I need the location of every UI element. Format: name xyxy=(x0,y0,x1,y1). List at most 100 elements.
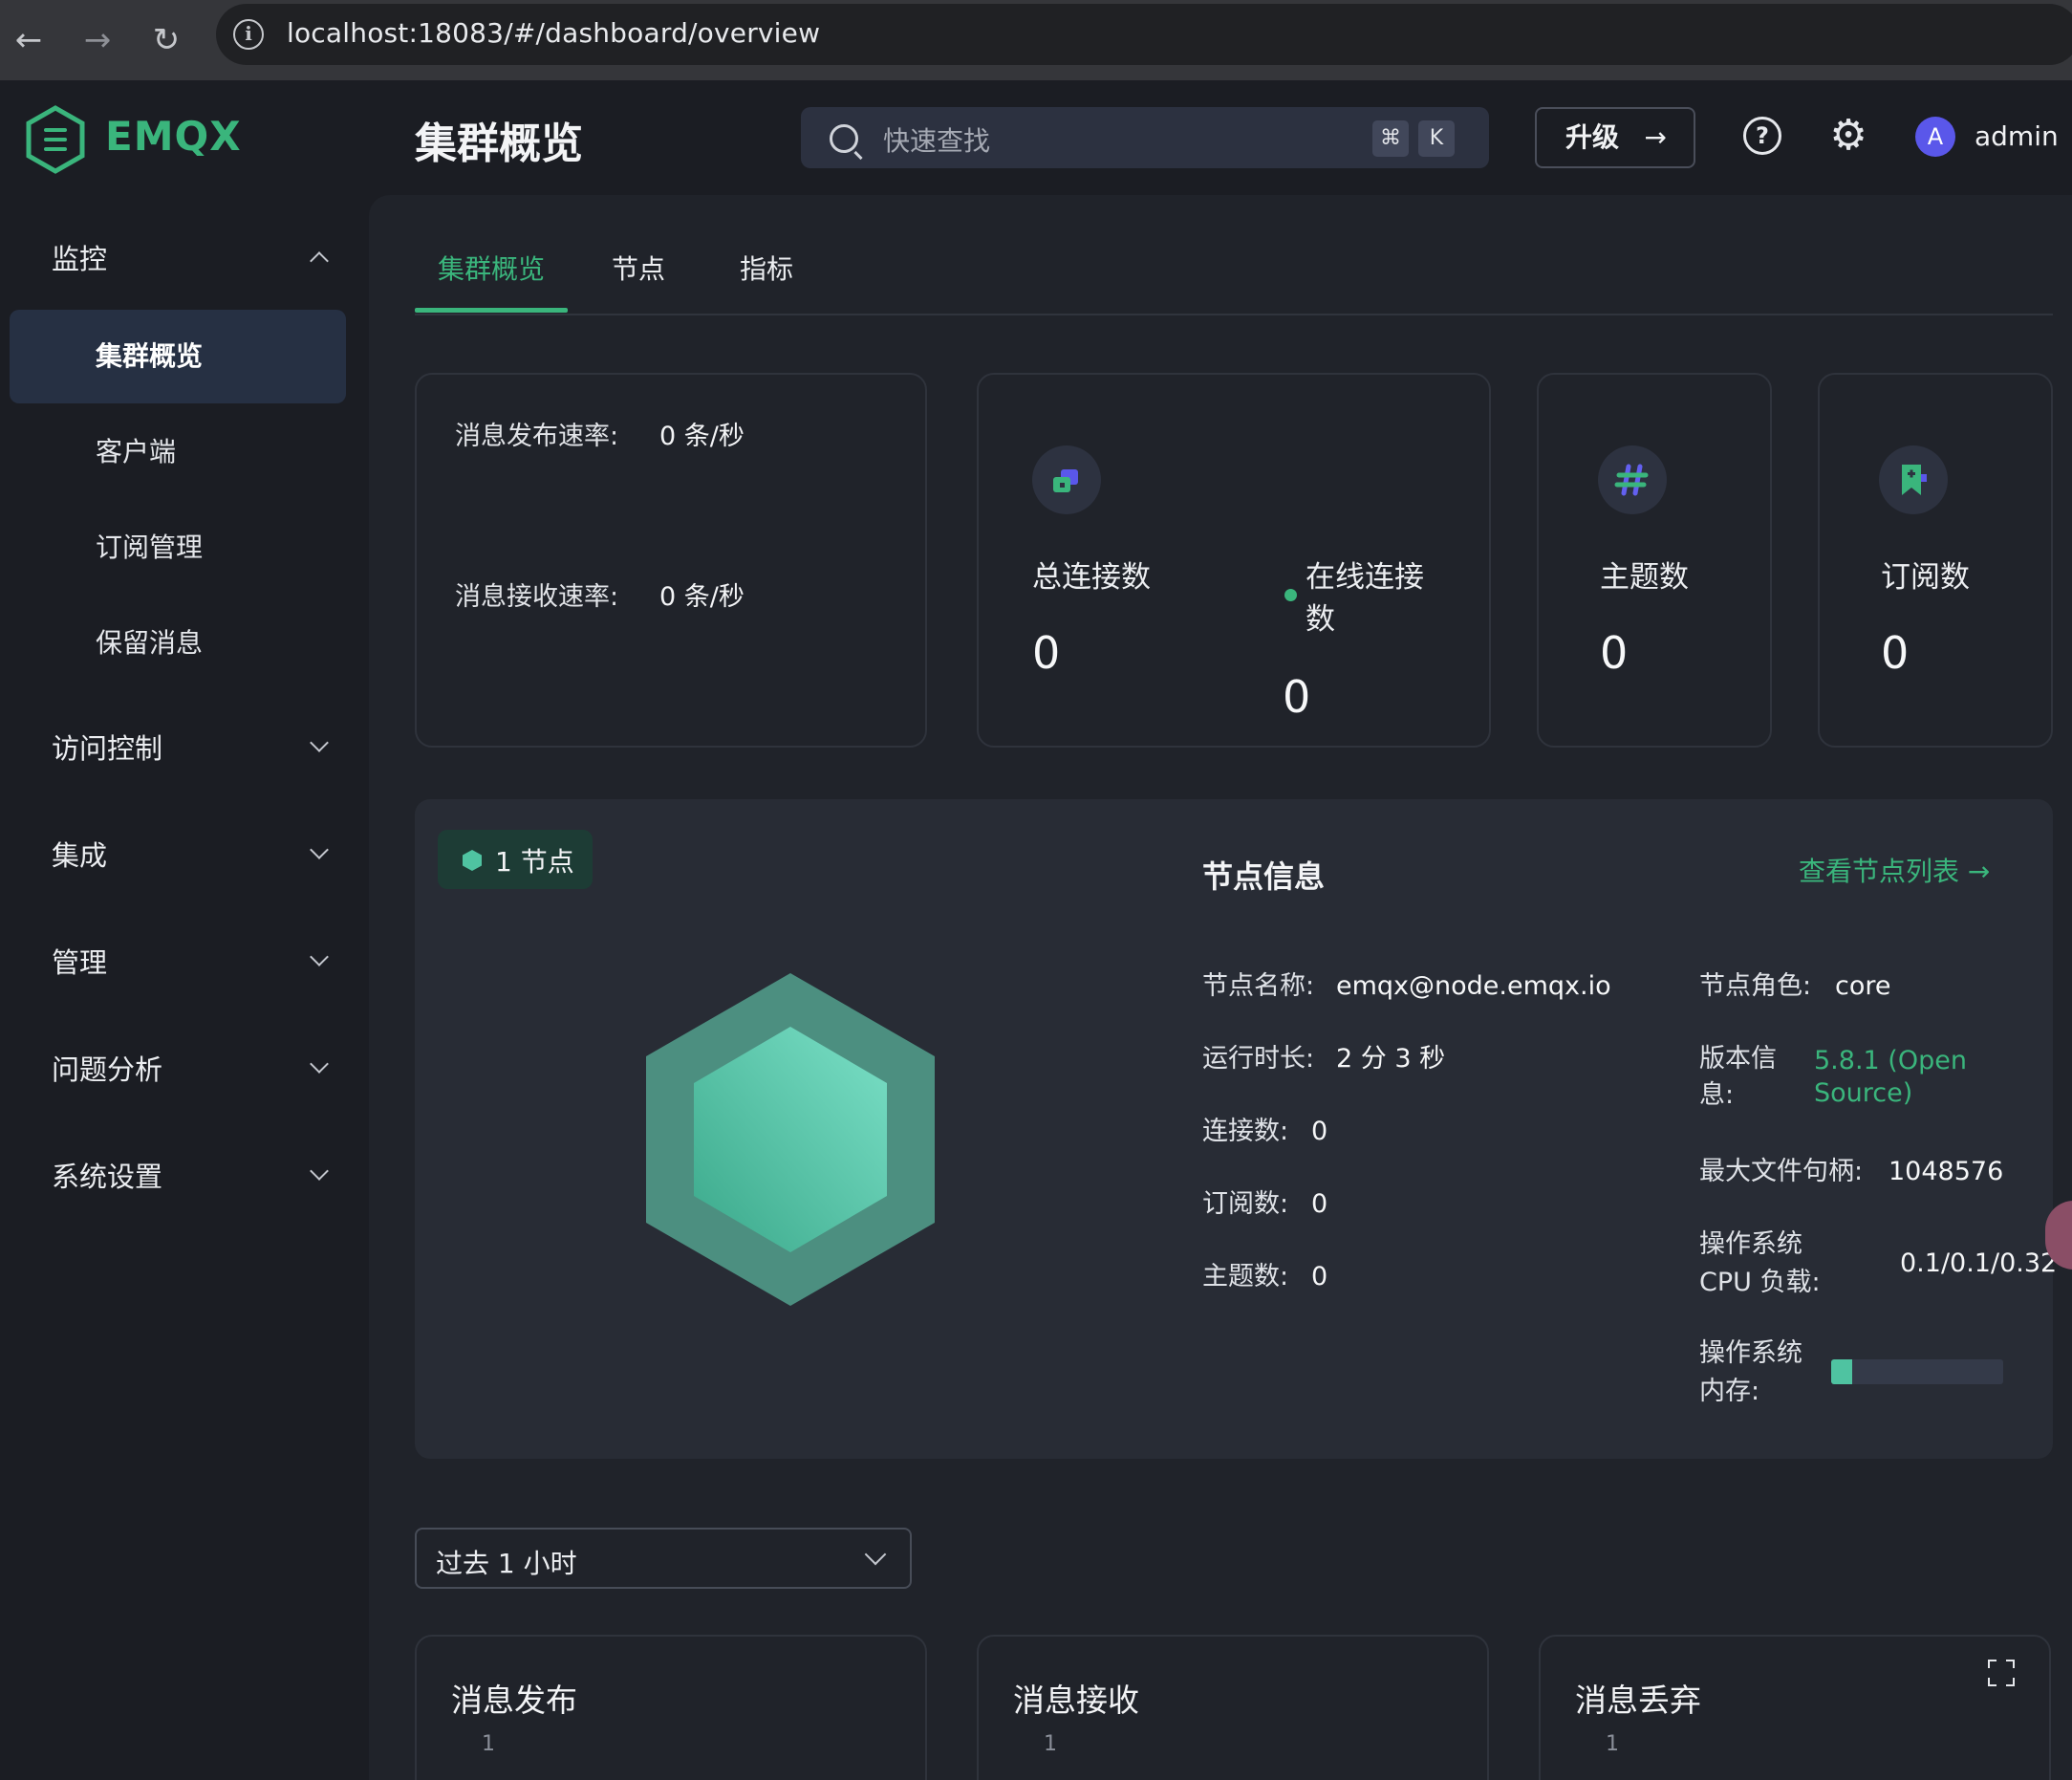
top-header: EMQX 集群概览 快速查找 ⌘ K 升级 → ? ⚙ A admin xyxy=(0,80,2072,195)
sidebar: 监控 集群概览 客户端 订阅管理 保留消息 访问控制 集成 管理 问题分析 系统… xyxy=(0,195,363,1780)
sidebar-item-cluster-overview[interactable]: 集群概览 xyxy=(10,310,346,403)
node-hexagon-graphic[interactable] xyxy=(637,971,944,1308)
receive-rate-value: 0 条/秒 xyxy=(659,582,745,612)
logo-text: EMQX xyxy=(105,113,242,160)
memory-label: 操作系统 xyxy=(1699,1338,1802,1368)
topics-value: 0 xyxy=(1600,627,1629,679)
publish-rate-value: 0 条/秒 xyxy=(659,422,745,451)
sidebar-item-clients[interactable]: 客户端 xyxy=(10,405,346,499)
uptime-label: 运行时长: xyxy=(1202,1044,1315,1074)
sidebar-group-system-settings[interactable]: 系统设置 xyxy=(52,1155,162,1195)
node-topics-label: 主题数: xyxy=(1202,1262,1289,1292)
node-subscriptions-label: 订阅数: xyxy=(1202,1189,1289,1219)
online-status-dot xyxy=(1284,589,1297,601)
chevron-down-icon[interactable] xyxy=(310,1162,329,1182)
site-info-icon[interactable]: i xyxy=(233,19,264,50)
subscriptions-value: 0 xyxy=(1881,627,1910,679)
chevron-up-icon[interactable] xyxy=(310,247,329,266)
time-range-select[interactable]: 过去 1 小时 xyxy=(415,1528,912,1589)
online-connections-value: 0 xyxy=(1283,671,1311,723)
node-connections-value: 0 xyxy=(1311,1117,1328,1146)
memory-usage-fill xyxy=(1831,1359,1852,1384)
tab-cluster-overview[interactable]: 集群概览 xyxy=(438,249,545,287)
cmd-key-icon: ⌘ xyxy=(1372,120,1409,157)
memory-label-cont: 内存: xyxy=(1699,1377,1760,1406)
chart-y-tick: 1 xyxy=(1606,1732,1619,1756)
browser-toolbar: ← → ↻ i localhost:18083/#/dashboard/over… xyxy=(0,0,2072,80)
reload-icon[interactable]: ↻ xyxy=(141,15,191,65)
username[interactable]: admin xyxy=(1975,120,2059,152)
node-info-panel: 1 节点 节点信息 查看节点列表 → 节点名称: emqx@node.emqx.… xyxy=(415,799,2057,1459)
max-fd-label: 最大文件句柄: xyxy=(1699,1157,1864,1186)
back-arrow-icon[interactable]: ← xyxy=(4,15,54,65)
receive-rate-label: 消息接收速率: xyxy=(455,582,619,612)
hexagon-icon xyxy=(463,850,482,871)
emqx-logo-icon xyxy=(26,105,85,174)
hash-icon xyxy=(1598,445,1667,514)
gear-icon[interactable]: ⚙ xyxy=(1827,115,1869,157)
online-connections-label: 在线连接 xyxy=(1306,560,1424,595)
tab-bar: 集群概览 节点 指标 xyxy=(415,249,2053,315)
chevron-down-icon[interactable] xyxy=(310,1055,329,1075)
view-node-list-link[interactable]: 查看节点列表 → xyxy=(1799,851,1990,889)
main-content: 集群概览 节点 指标 消息发布速率: 0 条/秒 消息接收速率: 0 条/秒 总… xyxy=(369,195,2072,1780)
sidebar-group-access-control[interactable]: 访问控制 xyxy=(52,727,162,767)
subscriptions-label: 订阅数 xyxy=(1881,560,1970,595)
chart-card-receive: 消息接收 1 xyxy=(977,1635,1489,1780)
bookmark-icon xyxy=(1879,445,1948,514)
node-subscriptions-value: 0 xyxy=(1311,1189,1328,1219)
search-icon xyxy=(830,124,858,153)
sidebar-group-monitor[interactable]: 监控 xyxy=(52,237,107,277)
quick-search-input[interactable]: 快速查找 ⌘ K xyxy=(801,107,1489,168)
sidebar-item-retained[interactable]: 保留消息 xyxy=(10,597,346,690)
chart-y-tick: 1 xyxy=(1044,1732,1057,1756)
sidebar-group-management[interactable]: 管理 xyxy=(52,941,107,981)
k-key-badge: K xyxy=(1418,120,1455,157)
subscriptions-card: 订阅数 0 xyxy=(1818,373,2053,748)
total-connections-value: 0 xyxy=(1032,627,1061,679)
version-value-cont: Source) xyxy=(1814,1078,1913,1108)
upgrade-button[interactable]: 升级 → xyxy=(1535,107,1695,168)
chevron-down-icon[interactable] xyxy=(310,841,329,860)
chevron-down-icon[interactable] xyxy=(310,948,329,967)
sidebar-group-integration[interactable]: 集成 xyxy=(52,834,107,874)
chart-card-publish: 消息发布 1 xyxy=(415,1635,927,1780)
connections-icon xyxy=(1032,445,1101,514)
node-name-label: 节点名称: xyxy=(1202,971,1315,1001)
help-icon[interactable]: ? xyxy=(1743,117,1781,155)
node-role-label: 节点角色: xyxy=(1699,971,1812,1001)
avatar[interactable]: A xyxy=(1915,117,1955,157)
sidebar-group-diagnose[interactable]: 问题分析 xyxy=(52,1048,162,1088)
memory-usage-bar xyxy=(1831,1359,2003,1384)
search-placeholder: 快速查找 xyxy=(883,125,991,157)
cpu-load-value: 0.1/0.1/0.32 xyxy=(1900,1248,2058,1278)
connections-card: 总连接数 0 在线连接 数 0 xyxy=(977,373,1491,748)
active-tab-indicator xyxy=(415,308,568,313)
total-connections-label: 总连接数 xyxy=(1032,560,1151,595)
max-fd-value: 1048576 xyxy=(1889,1157,2004,1186)
chart-title: 消息发布 xyxy=(451,1682,577,1719)
tab-nodes[interactable]: 节点 xyxy=(612,249,665,287)
sidebar-item-subscriptions[interactable]: 订阅管理 xyxy=(10,501,346,595)
node-info-title: 节点信息 xyxy=(1202,858,1326,895)
node-count-text: 1 节点 xyxy=(495,846,574,878)
url-text[interactable]: localhost:18083/#/dashboard/overview xyxy=(287,17,820,49)
forward-arrow-icon[interactable]: → xyxy=(73,15,122,65)
chart-y-tick: 1 xyxy=(482,1732,495,1756)
chevron-down-icon[interactable] xyxy=(310,734,329,753)
address-bar[interactable]: i localhost:18083/#/dashboard/overview xyxy=(216,4,2072,65)
page-title: 集群概览 xyxy=(415,119,583,168)
chevron-down-icon xyxy=(864,1543,887,1566)
node-topics-value: 0 xyxy=(1311,1262,1328,1292)
time-range-value: 过去 1 小时 xyxy=(436,1548,577,1579)
fullscreen-icon[interactable] xyxy=(1988,1660,2015,1686)
node-connections-label: 连接数: xyxy=(1202,1117,1289,1146)
version-label: 版本信 xyxy=(1699,1044,1777,1074)
cpu-load-label-cont: CPU 负载: xyxy=(1699,1268,1821,1297)
message-rate-card: 消息发布速率: 0 条/秒 消息接收速率: 0 条/秒 xyxy=(415,373,927,748)
chart-card-dropped: 消息丢弃 1 xyxy=(1539,1635,2051,1780)
arrow-right-icon: → xyxy=(1644,121,1667,153)
version-label-cont: 息: xyxy=(1699,1080,1735,1110)
tab-metrics[interactable]: 指标 xyxy=(740,249,793,287)
chart-title: 消息丢弃 xyxy=(1575,1682,1701,1719)
